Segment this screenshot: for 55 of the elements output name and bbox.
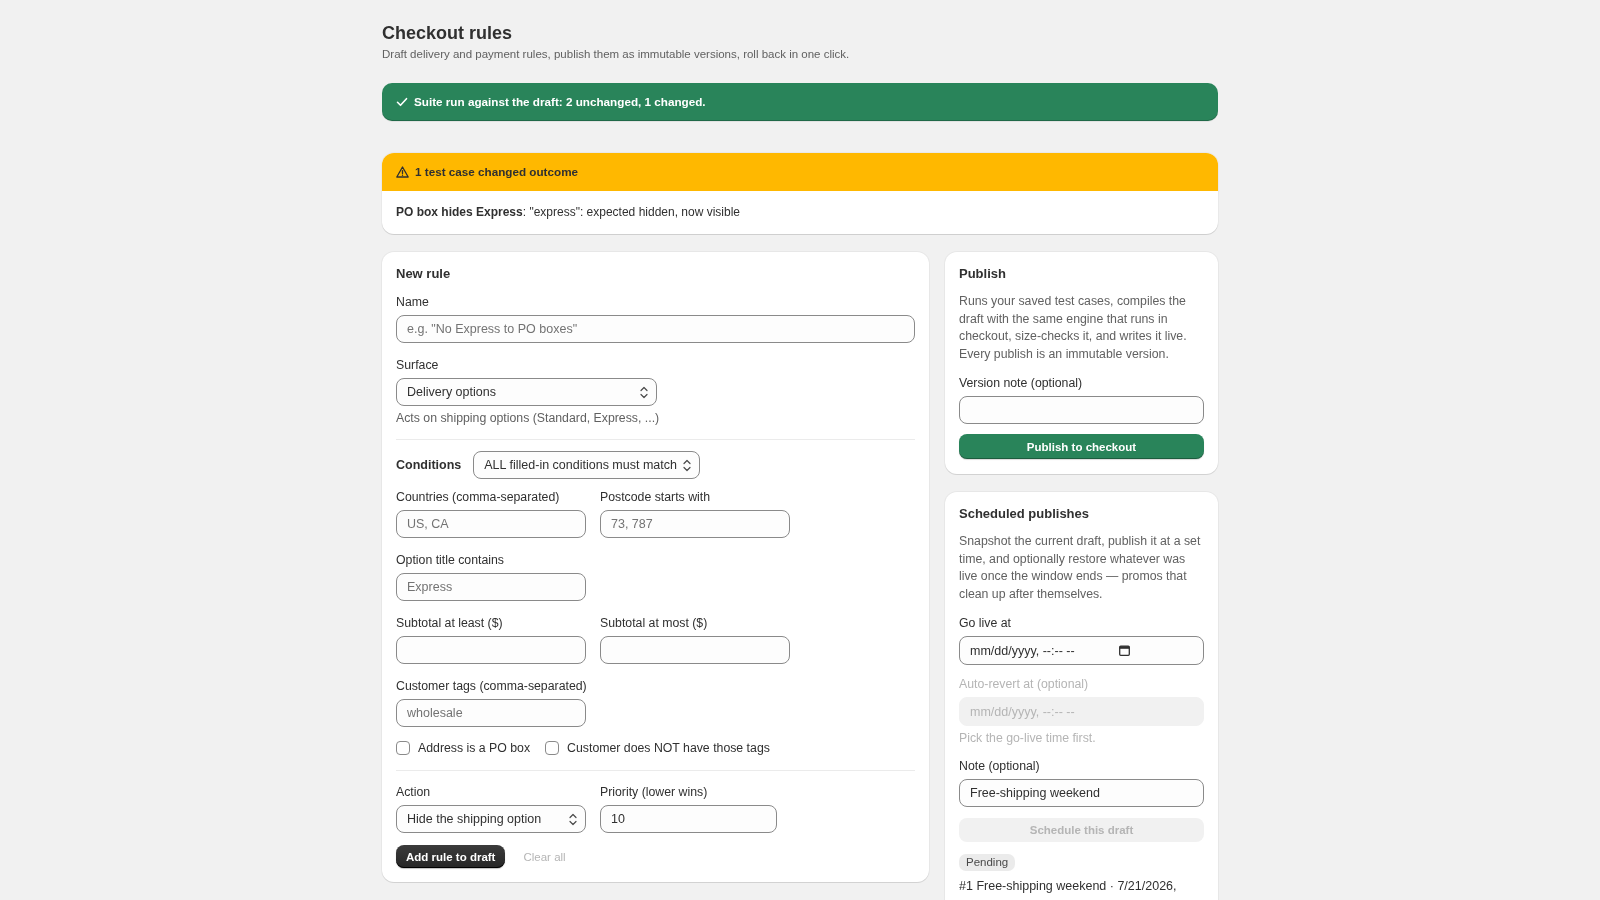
card-title: Publish <box>959 265 1006 283</box>
field-label: Note (optional) <box>959 758 1040 775</box>
add-rule-button[interactable]: Add rule to draft <box>396 845 506 868</box>
checkbox[interactable] <box>545 741 560 755</box>
card-description: Runs your saved test cases, compiles the draft with the same engine that runs in checkout, size-checks it, and writes it live. Every publish is an immutable version. <box>959 293 1188 363</box>
schedule-entry: #1 Free-shipping weekend · 7/21/2026, <box>959 878 1177 895</box>
field-label: Auto-revert at (optional) <box>959 676 1089 693</box>
name-input[interactable]: e.g. "No Express to PO boxes" <box>396 315 915 343</box>
checkbox[interactable] <box>396 741 410 755</box>
page-subtitle: Draft delivery and payment rules, publish them as immutable versions, roll back in one click. <box>382 47 850 62</box>
banner-title: Suite run against the draft: 2 unchanged, 1 changed. <box>414 94 706 110</box>
date-time-input[interactable]: mm/dd/yyyy, --:-- -- <box>959 636 1204 665</box>
card-title: Scheduled publishes <box>959 505 1090 523</box>
note-input[interactable]: Free-shipping weekend <box>959 779 1204 807</box>
conditions-label: Conditions <box>396 457 462 474</box>
version-note-input[interactable] <box>959 396 1204 424</box>
publish-button[interactable]: Publish to checkout <box>959 434 1204 459</box>
text-input[interactable]: US, CA <box>396 510 586 538</box>
help-text: Acts on shipping options (Standard, Express, ...) <box>396 410 660 427</box>
card-description: Snapshot the current draft, publish it at a set time, and optionally restore whatever was live once the window ends — promos that clean up after themselves. <box>959 533 1202 603</box>
field-label: Postcode starts with <box>600 489 711 506</box>
warning-icon <box>396 166 409 178</box>
text-input[interactable] <box>396 636 586 664</box>
card-title: New rule <box>396 265 451 283</box>
field-label: Priority (lower wins) <box>600 784 708 801</box>
status-badge: Pending <box>959 854 1016 871</box>
text-input[interactable]: 73, 787 <box>600 510 790 538</box>
priority-input[interactable]: 10 <box>600 805 777 833</box>
field-label: Countries (comma-separated) <box>396 489 560 506</box>
surface-select[interactable]: Delivery options <box>396 378 657 406</box>
chevron-up-down-icon <box>683 458 692 472</box>
text-input[interactable] <box>600 636 790 664</box>
field-label: Action <box>396 784 431 801</box>
page-title: Checkout rules <box>382 22 513 45</box>
checkbox-label: Customer does NOT have those tags <box>567 740 770 757</box>
text-input[interactable]: Express <box>396 573 586 601</box>
help-text: Pick the go-live time first. <box>959 730 1096 747</box>
warning-message: PO box hides Express: "express": expected hidden, now visible <box>396 205 741 219</box>
banner-title: 1 test case changed outcome <box>415 164 579 180</box>
match-select[interactable]: ALL filled-in conditions must match <box>473 451 701 479</box>
action-select[interactable]: Hide the shipping option <box>396 805 586 833</box>
field-label: Go live at <box>959 615 1011 632</box>
chevron-up-down-icon <box>569 812 577 826</box>
field-label: Option title contains <box>396 552 504 569</box>
calendar-icon[interactable] <box>1119 645 1130 656</box>
field-label: Version note (optional) <box>959 375 1083 392</box>
chevron-up-down-icon <box>640 385 648 399</box>
check-icon <box>396 96 408 108</box>
text-input[interactable]: wholesale <box>396 699 586 727</box>
field-label: Surface <box>396 357 439 374</box>
field-label: Customer tags (comma-separated) <box>396 678 587 695</box>
checkbox-label: Address is a PO box <box>418 740 531 757</box>
field-label: Name <box>396 294 429 311</box>
field-label: Subtotal at least ($) <box>396 615 503 632</box>
field-label: Subtotal at most ($) <box>600 615 708 632</box>
